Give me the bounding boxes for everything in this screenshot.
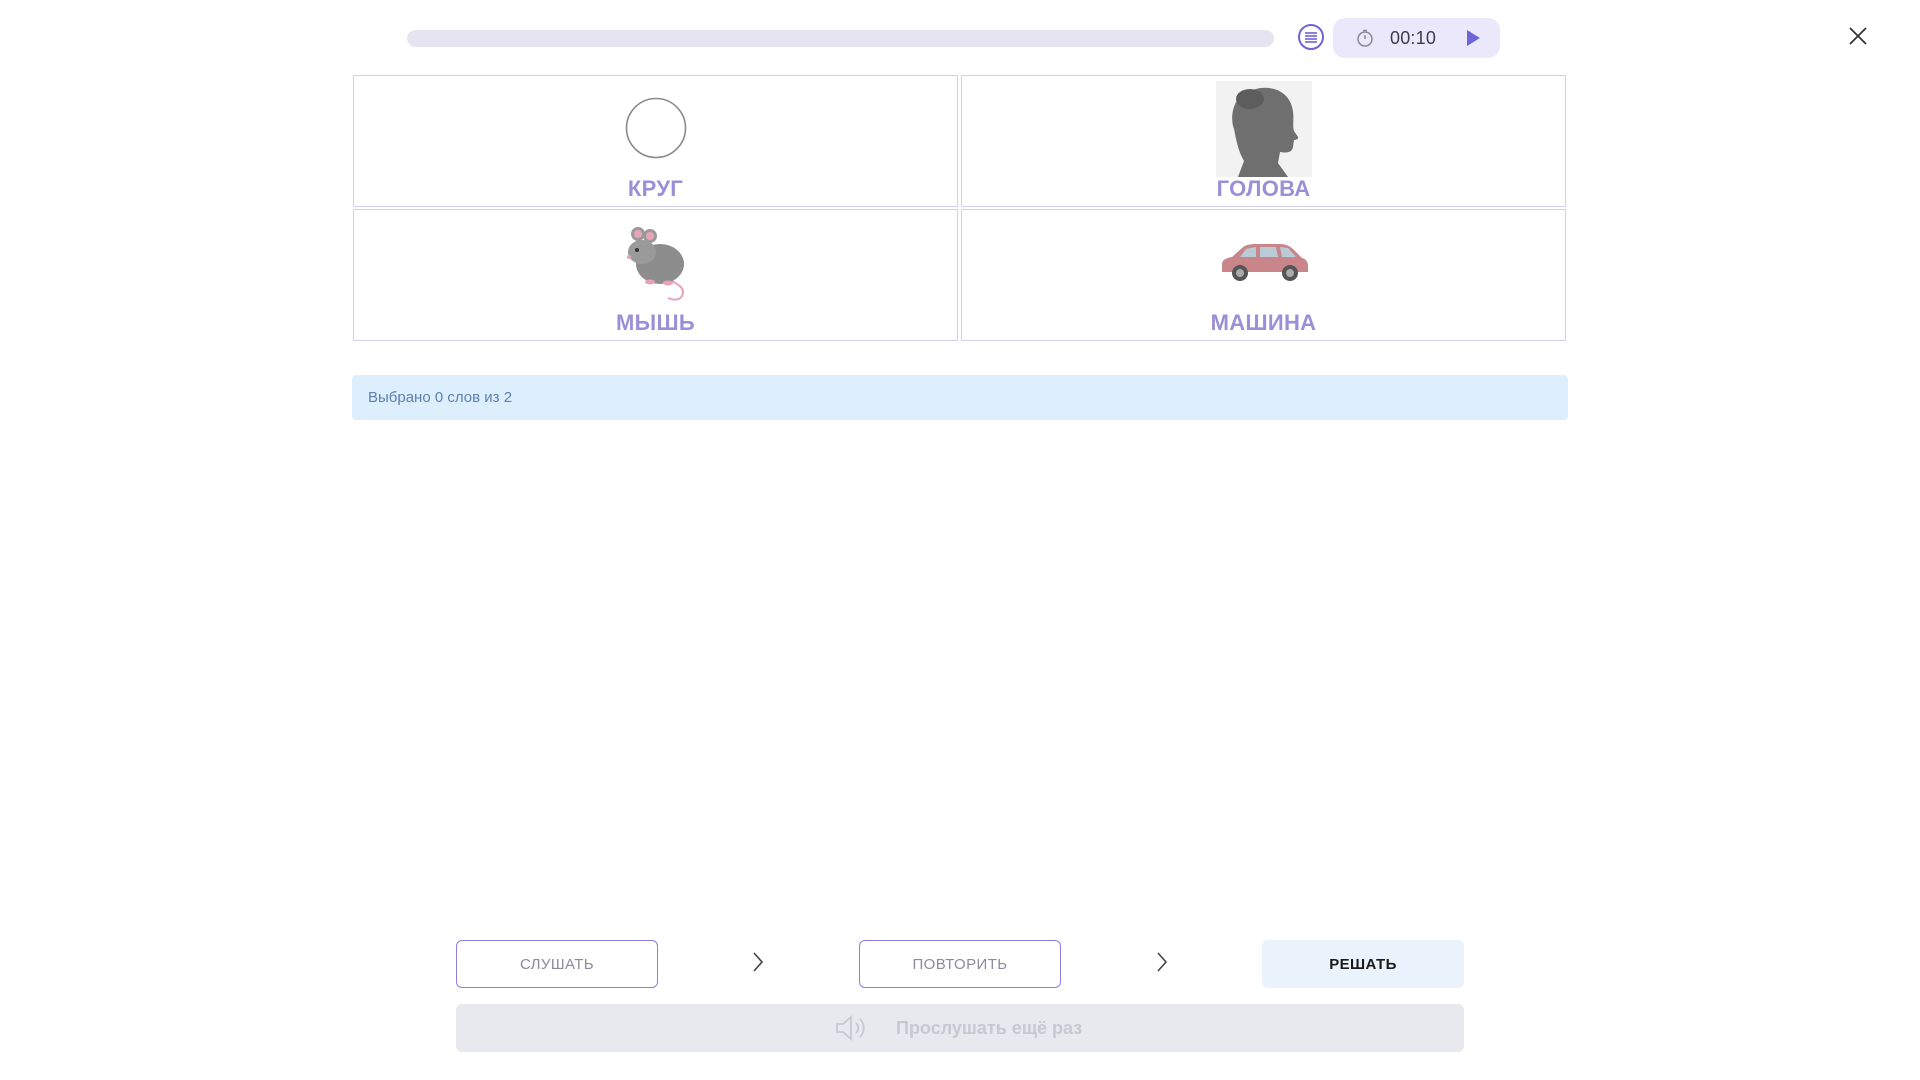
circle-image xyxy=(625,97,686,159)
word-card-circle[interactable]: КРУГ xyxy=(353,75,958,207)
listen-step-button[interactable]: СЛУШАТЬ xyxy=(456,940,658,988)
stopwatch-icon xyxy=(1357,29,1373,47)
speaker-icon xyxy=(836,1015,865,1041)
list-icon xyxy=(1305,32,1317,43)
word-card-car[interactable]: МАШИНА xyxy=(961,209,1566,341)
timer-value: 00:10 xyxy=(1390,28,1437,48)
replay-button[interactable]: Прослушать ещё раз xyxy=(456,1004,1464,1052)
head-silhouette-image xyxy=(1215,81,1312,177)
word-card-mouse[interactable]: МЫШЬ xyxy=(353,209,958,341)
progress-bar xyxy=(407,30,1274,47)
timer-panel: 00:10 xyxy=(1333,18,1500,58)
card-word: ГОЛОВА xyxy=(1216,176,1311,201)
chevron-right-icon xyxy=(1157,952,1168,972)
chevron-right-icon xyxy=(753,952,764,972)
car-image xyxy=(1221,244,1308,281)
play-icon[interactable] xyxy=(1461,27,1483,49)
close-icon[interactable] xyxy=(1846,24,1870,48)
card-word: МЫШЬ xyxy=(616,310,695,335)
list-button[interactable] xyxy=(1298,24,1324,50)
mouse-image xyxy=(626,227,684,301)
card-word: МАШИНА xyxy=(1210,310,1317,335)
word-card-head[interactable]: ГОЛОВА xyxy=(961,75,1566,207)
replay-label: Прослушать ещё раз xyxy=(896,1018,1083,1038)
card-word: КРУГ xyxy=(627,176,684,201)
solve-step-button[interactable]: РЕШАТЬ xyxy=(1262,940,1464,988)
repeat-step-button[interactable]: ПОВТОРИТЬ xyxy=(859,940,1061,988)
selection-status-bar: Выбрано 0 слов из 2 xyxy=(352,375,1568,420)
selection-status-text: Выбрано 0 слов из 2 xyxy=(368,389,513,406)
